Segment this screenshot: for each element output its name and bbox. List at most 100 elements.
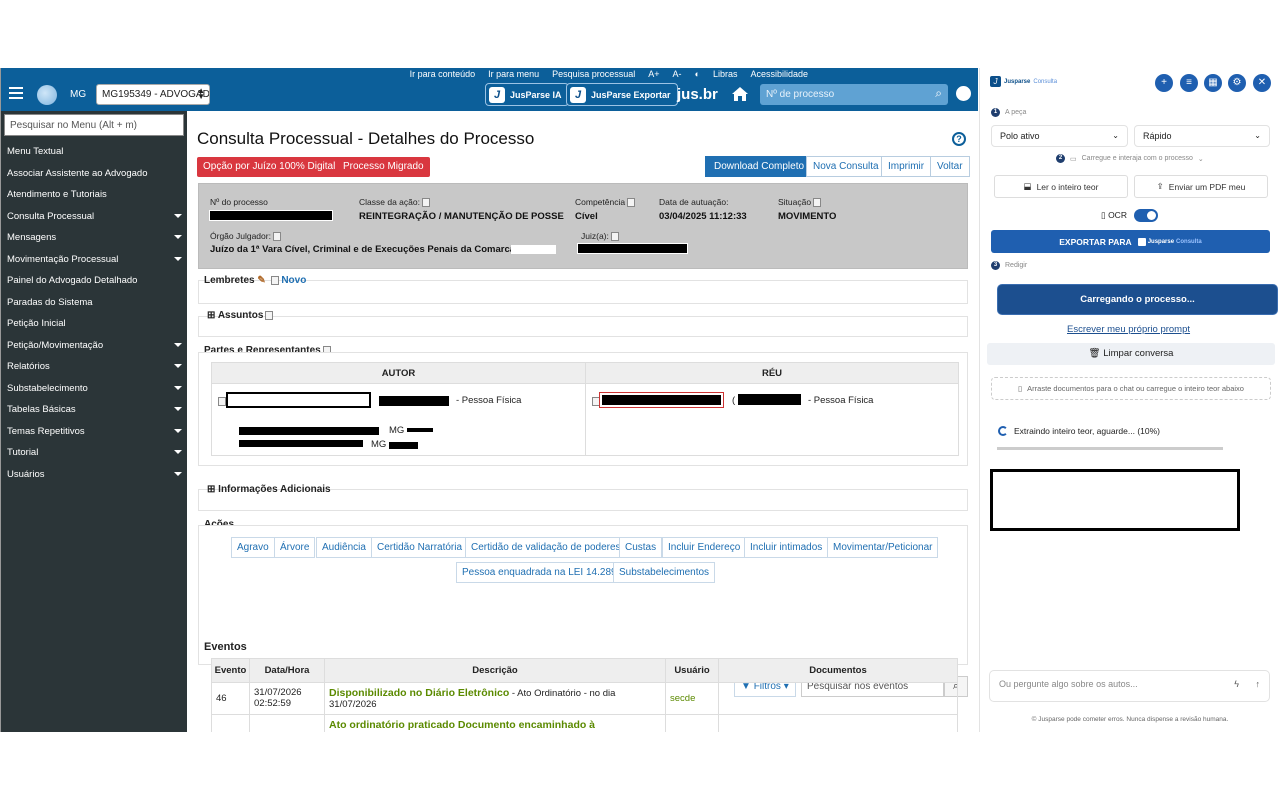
escrever-prompt-link[interactable]: Escrever meu próprio prompt — [1067, 324, 1190, 335]
movimentar-peticionar-button[interactable]: Movimentar/Peticionar — [827, 537, 939, 558]
polo-select[interactable]: Polo ativo ⌄ — [991, 125, 1128, 147]
eventos-title: Eventos — [204, 641, 247, 653]
evento-title[interactable]: Ato ordinatório praticado Documento enca… — [329, 719, 595, 731]
substabelecimentos-button[interactable]: Substabelecimentos — [613, 562, 716, 583]
pje-window: Ir para conteúdo Ir para menu Pesquisa p… — [0, 68, 978, 732]
file-icon: ▯ — [1018, 384, 1023, 393]
ler-inteiro-teor-button[interactable]: ⬓ Ler o inteiro teor — [994, 175, 1128, 198]
font-increase-link[interactable]: A+ — [648, 69, 659, 79]
redacted-box — [990, 469, 1240, 531]
menu-search-input[interactable]: Pesquisar no Menu (Alt + m) — [4, 114, 184, 136]
incluir-endereco-button[interactable]: Incluir Endereço — [662, 537, 747, 558]
sidebar-item-label: Paradas do Sistema — [7, 296, 93, 308]
sidebar-item[interactable]: Usuários — [1, 464, 187, 486]
user-avatar-icon[interactable] — [956, 86, 971, 101]
novo-lembrete-link[interactable]: Novo — [281, 275, 306, 286]
jusparse-exportar-button[interactable]: J JusParse Exportar — [566, 83, 678, 106]
list-icon[interactable]: ≡ — [1180, 74, 1198, 92]
help-icon[interactable]: ? — [952, 132, 966, 146]
lightning-icon[interactable]: ϟ — [1234, 679, 1239, 689]
lei-14289-button[interactable]: Pessoa enquadrada na LEI 14.289 — [456, 562, 623, 583]
contrast-icon[interactable]: ◐ — [695, 69, 700, 79]
voltar-button[interactable]: Voltar — [930, 156, 970, 177]
process-search-link[interactable]: Pesquisa processual — [552, 69, 635, 79]
reu-paren: ( — [732, 395, 736, 406]
classe-label: Classe da ação: — [359, 197, 430, 208]
sidebar-item-label: Associar Assistente ao Advogado — [7, 167, 148, 179]
expand-icon[interactable]: ⊞ — [207, 310, 215, 321]
sidebar-item[interactable]: Consulta Processual — [1, 206, 187, 228]
carregando-button[interactable]: Carregando o processo... — [997, 284, 1278, 315]
skip-content-link[interactable]: Ir para conteúdo — [410, 69, 476, 79]
accessibility-link[interactable]: Acessibilidade — [750, 69, 808, 79]
enviar-pdf-button[interactable]: ⇪ Enviar um PDF meu — [1134, 175, 1268, 198]
sidebar-item[interactable]: Atendimento e Tutoriais — [1, 184, 187, 206]
assuntos-title[interactable]: ⊞ Assuntos — [207, 310, 274, 321]
sidebar-item[interactable]: Tutorial — [1, 442, 187, 464]
sidebar-item[interactable]: Temas Repetitivos — [1, 421, 187, 443]
agravo-button[interactable]: Agravo — [231, 537, 275, 558]
evento-number: 46 — [211, 682, 250, 715]
sidebar-item[interactable]: Movimentação Processual — [1, 249, 187, 271]
ask-input[interactable]: Ou pergunte algo sobre os autos... ϟ ↑ — [989, 670, 1270, 702]
jusparse-ia-button[interactable]: J JusParse IA — [485, 83, 569, 106]
limpar-conversa-button[interactable]: 🗑 Limpar conversa — [987, 343, 1275, 365]
sidebar-item[interactable]: Associar Assistente ao Advogado — [1, 163, 187, 185]
download-completo-button[interactable]: Download Completo — [705, 156, 814, 177]
grid-icon[interactable]: ▦ — [1204, 74, 1222, 92]
exportar-para-button[interactable]: EXPORTAR PARA Jusparse Consulta — [991, 230, 1270, 253]
font-decrease-link[interactable]: A- — [673, 69, 682, 79]
profile-select[interactable]: MG195349 - ADVOGADO ▲ ▼ — [96, 84, 210, 105]
drop-zone[interactable]: ▯ Arraste documentos para o chat ou carre… — [991, 377, 1271, 400]
hamburger-menu-icon[interactable] — [9, 87, 23, 99]
sidebar-item[interactable]: Menu Textual — [1, 141, 187, 163]
audiencia-button[interactable]: Audiência — [316, 537, 372, 558]
evento-description: Disponibilizado no Diário Eletrônico - A… — [324, 682, 666, 715]
sidebar-item[interactable]: Tabelas Básicas — [1, 399, 187, 421]
libras-link[interactable]: Libras — [713, 69, 738, 79]
sidebar-item-label: Menu Textual — [7, 146, 64, 158]
sidebar-item[interactable]: Substabelecimento — [1, 378, 187, 400]
certidao-narratoria-button[interactable]: Certidão Narratória — [371, 537, 469, 558]
ocr-toggle[interactable] — [1134, 209, 1158, 222]
process-search-placeholder: Nº de processo — [766, 89, 835, 100]
data-autuacao-value: 03/04/2025 11:12:33 — [659, 211, 747, 222]
sidebar-item[interactable]: Painel do Advogado Detalhado — [1, 270, 187, 292]
certidao-validacao-button[interactable]: Certidão de validação de poderes — [465, 537, 627, 558]
sidebar-item[interactable]: Petição Inicial — [1, 313, 187, 335]
skip-menu-link[interactable]: Ir para menu — [488, 69, 539, 79]
redacted-comarca — [511, 245, 556, 254]
info-adicionais-title[interactable]: ⊞ Informações Adicionais — [207, 484, 331, 495]
sidebar-item[interactable]: Paradas do Sistema — [1, 292, 187, 314]
custas-button[interactable]: Custas — [619, 537, 663, 558]
redacted-advogado-2 — [239, 440, 363, 447]
jusbr-logo[interactable]: jus.br — [677, 86, 718, 103]
pencil-icon[interactable]: ✎ — [257, 275, 265, 286]
nova-consulta-button[interactable]: Nova Consulta — [806, 156, 886, 177]
plus-icon[interactable]: + — [1155, 74, 1173, 92]
send-arrow-icon[interactable]: ↑ — [1256, 679, 1261, 689]
close-icon[interactable]: ✕ — [1253, 74, 1271, 92]
home-icon[interactable] — [731, 86, 749, 102]
expand-icon[interactable]: ⊞ — [207, 484, 215, 495]
jusparse-logo: J Jusparse Consulta — [990, 76, 1057, 87]
sidebar-item-label: Usuários — [7, 468, 45, 480]
sidebar-item[interactable]: Mensagens — [1, 227, 187, 249]
redacted-autor-cpf — [379, 396, 449, 406]
evento-title[interactable]: Disponibilizado no Diário Eletrônico — [329, 687, 509, 699]
incluir-intimados-button[interactable]: Incluir intimados — [744, 537, 829, 558]
step-2[interactable]: 2 ▭ Carregue e interaja com o processo ⌄ — [1056, 154, 1204, 163]
sidebar-item[interactable]: Relatórios — [1, 356, 187, 378]
spinner-icon — [998, 426, 1008, 436]
search-icon[interactable]: ⌕ — [935, 86, 942, 101]
process-number-search[interactable]: Nº de processo ⌕ — [760, 84, 948, 105]
arvore-button[interactable]: Árvore — [274, 537, 316, 558]
imprimir-button[interactable]: Imprimir — [881, 156, 932, 177]
advogado-1-uf: MG — [389, 425, 405, 436]
download-icon: ⬓ — [1023, 181, 1032, 191]
upload-icon: ⇪ — [1156, 181, 1164, 191]
gear-icon[interactable]: ⚙ — [1228, 74, 1246, 92]
mode-select[interactable]: Rápido ⌄ — [1134, 125, 1270, 147]
caret-down-icon — [174, 235, 182, 239]
sidebar-item[interactable]: Petição/Movimentação — [1, 335, 187, 357]
